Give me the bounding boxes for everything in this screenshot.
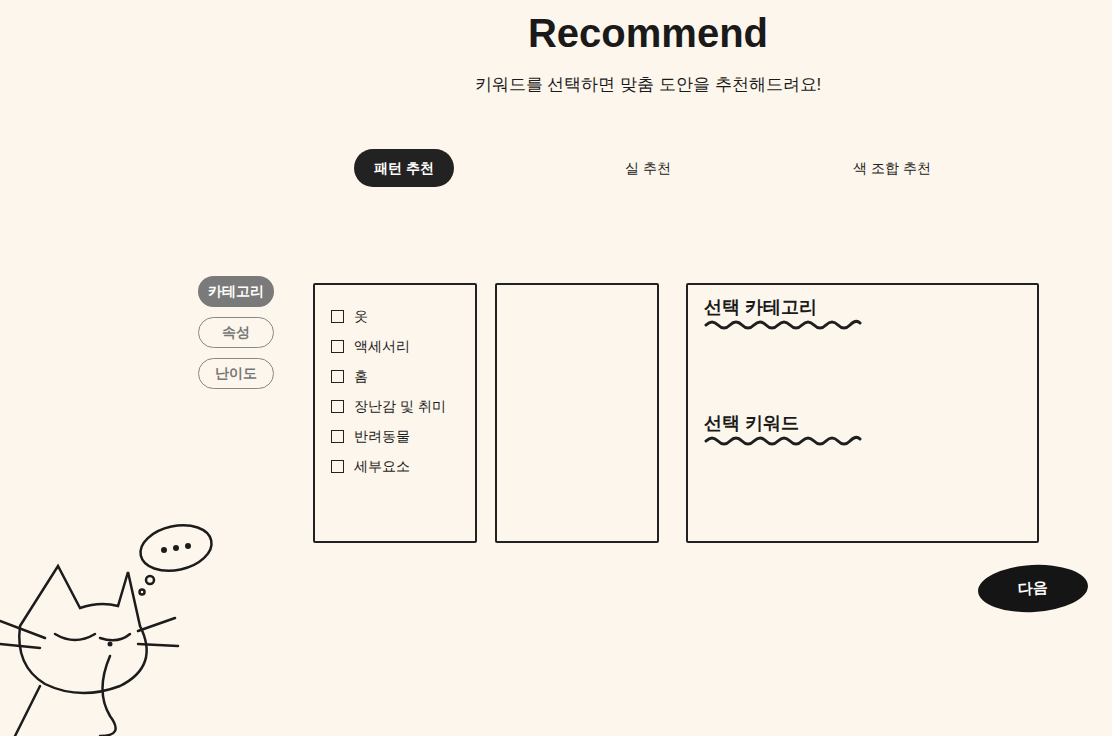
category-item[interactable]: 장난감 및 취미 — [331, 397, 475, 415]
filter-button[interactable]: 난이도 — [198, 358, 274, 389]
category-label: 장난감 및 취미 — [354, 397, 446, 415]
checkbox[interactable] — [331, 460, 344, 473]
category-panel: 옷액세서리홈장난감 및 취미반려동물세부요소 — [313, 283, 477, 543]
header: Recommend 키워드를 선택하면 맞춤 도안을 추천해드려요! 패턴 추천 실 … — [184, 0, 1112, 187]
summary-section: 선택 카테고리 — [704, 295, 1021, 411]
filter-button[interactable]: 속성 — [198, 317, 274, 348]
summary-title: 선택 카테고리 — [704, 295, 1021, 319]
category-label: 액세서리 — [354, 337, 410, 355]
keyword-panel — [495, 283, 659, 543]
checkbox[interactable] — [331, 340, 344, 353]
checkbox[interactable] — [331, 430, 344, 443]
tab[interactable]: 색 조합 추천 — [833, 149, 951, 187]
filter-list: 카테고리속성난이도 — [198, 276, 274, 389]
category-label: 반려동물 — [354, 427, 410, 445]
checkbox[interactable] — [331, 400, 344, 413]
checkbox[interactable] — [331, 310, 344, 323]
category-item[interactable]: 옷 — [331, 307, 475, 325]
main-area: 카테고리속성난이도옷액세서리홈장난감 및 취미반려동물세부요소선택 카테고리선택… — [198, 276, 1112, 543]
cat-illustration-icon — [0, 516, 220, 736]
category-item[interactable]: 액세서리 — [331, 337, 475, 355]
category-label: 세부요소 — [354, 457, 410, 475]
category-item[interactable]: 세부요소 — [331, 457, 475, 475]
filter-button[interactable]: 카테고리 — [198, 276, 274, 307]
summary-title: 선택 키워드 — [704, 411, 1021, 435]
category-item[interactable]: 홈 — [331, 367, 475, 385]
category-item[interactable]: 반려동물 — [331, 427, 475, 445]
recommend-page: Recommend 키워드를 선택하면 맞춤 도안을 추천해드려요! 패턴 추천 실 … — [0, 0, 1112, 736]
wavy-underline-icon — [704, 319, 862, 331]
category-label: 옷 — [354, 307, 368, 325]
tab[interactable]: 실 추천 — [605, 149, 691, 187]
tab[interactable]: 패턴 추천 — [354, 149, 454, 187]
page-title: Recommend — [528, 9, 768, 57]
summary-panel: 선택 카테고리선택 키워드 — [686, 283, 1039, 543]
tab-bar: 패턴 추천 실 추천 색 조합 추천 — [282, 149, 1014, 187]
summary-section: 선택 키워드 — [704, 411, 1021, 527]
page-subtitle: 키워드를 선택하면 맞춤 도안을 추천해드려요! — [475, 73, 822, 97]
wavy-underline-icon — [704, 435, 862, 447]
next-button[interactable]: 다음 — [977, 562, 1089, 615]
category-label: 홈 — [354, 367, 368, 385]
checkbox[interactable] — [331, 370, 344, 383]
